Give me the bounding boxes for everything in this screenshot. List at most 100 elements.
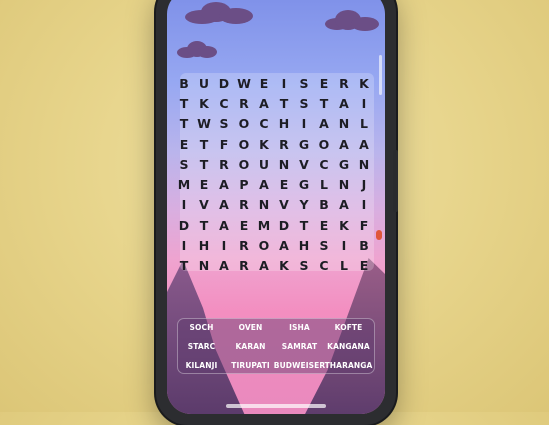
letter-cell[interactable]: S	[294, 73, 314, 93]
letter-cell[interactable]: A	[254, 256, 274, 276]
letter-cell[interactable]: E	[234, 215, 254, 235]
letter-cell[interactable]: E	[314, 215, 334, 235]
letter-cell[interactable]: T	[194, 154, 214, 174]
letter-cell[interactable]: E	[174, 134, 194, 154]
letter-cell[interactable]: N	[274, 154, 294, 174]
letter-cell[interactable]: A	[314, 114, 334, 134]
letter-cell[interactable]: A	[214, 256, 234, 276]
letter-cell[interactable]: C	[314, 154, 334, 174]
letter-cell[interactable]: O	[314, 134, 334, 154]
letter-cell[interactable]: O	[254, 235, 274, 255]
letter-cell[interactable]: K	[254, 134, 274, 154]
letter-cell[interactable]: I	[174, 235, 194, 255]
letter-cell[interactable]: N	[194, 256, 214, 276]
letter-cell[interactable]: U	[254, 154, 274, 174]
letter-cell[interactable]: E	[274, 174, 294, 194]
letter-cell[interactable]: B	[354, 235, 374, 255]
letter-cell[interactable]: E	[194, 174, 214, 194]
letter-cell[interactable]: A	[214, 215, 234, 235]
letter-cell[interactable]: S	[214, 114, 234, 134]
letter-cell[interactable]: I	[334, 235, 354, 255]
letter-cell[interactable]: T	[314, 93, 334, 113]
letter-cell[interactable]: I	[354, 195, 374, 215]
home-indicator[interactable]	[226, 404, 326, 408]
letter-cell[interactable]: N	[334, 174, 354, 194]
letter-cell[interactable]: A	[274, 235, 294, 255]
letter-cell[interactable]: T	[294, 215, 314, 235]
letter-cell[interactable]: I	[294, 114, 314, 134]
letter-cell[interactable]: K	[274, 256, 294, 276]
letter-cell[interactable]: I	[214, 235, 234, 255]
letter-cell[interactable]: S	[314, 235, 334, 255]
letter-cell[interactable]: W	[234, 73, 254, 93]
letter-cell[interactable]: O	[234, 134, 254, 154]
letter-cell[interactable]: S	[294, 256, 314, 276]
letter-cell[interactable]: T	[194, 215, 214, 235]
letter-cell[interactable]: H	[294, 235, 314, 255]
letter-cell[interactable]: Y	[294, 195, 314, 215]
letter-cell[interactable]: V	[274, 195, 294, 215]
letter-cell[interactable]: A	[254, 174, 274, 194]
letter-cell[interactable]: T	[174, 114, 194, 134]
letter-cell[interactable]: R	[234, 93, 254, 113]
letter-cell[interactable]: J	[354, 174, 374, 194]
letter-cell[interactable]: N	[334, 114, 354, 134]
letter-grid[interactable]: BUDWEISERKTKCRATSTAITWSOCHIANLETFOKRGOAA…	[174, 73, 374, 276]
letter-cell[interactable]: T	[194, 134, 214, 154]
letter-cell[interactable]: M	[254, 215, 274, 235]
letter-cell[interactable]: O	[234, 154, 254, 174]
letter-cell[interactable]: E	[314, 73, 334, 93]
letter-cell[interactable]: C	[214, 93, 234, 113]
letter-cell[interactable]: M	[174, 174, 194, 194]
letter-cell[interactable]: C	[254, 114, 274, 134]
letter-cell[interactable]: W	[194, 114, 214, 134]
letter-cell[interactable]: A	[354, 134, 374, 154]
letter-cell[interactable]: U	[194, 73, 214, 93]
letter-cell[interactable]: E	[354, 256, 374, 276]
letter-cell[interactable]: T	[274, 93, 294, 113]
letter-cell[interactable]: O	[234, 114, 254, 134]
letter-cell[interactable]: F	[214, 134, 234, 154]
letter-cell[interactable]: R	[234, 235, 254, 255]
letter-cell[interactable]: L	[354, 114, 374, 134]
letter-cell[interactable]: I	[274, 73, 294, 93]
letter-cell[interactable]: D	[274, 215, 294, 235]
letter-cell[interactable]: B	[174, 73, 194, 93]
letter-cell[interactable]: F	[354, 215, 374, 235]
letter-cell[interactable]: H	[194, 235, 214, 255]
letter-cell[interactable]: P	[234, 174, 254, 194]
letter-cell[interactable]: R	[234, 256, 254, 276]
letter-cell[interactable]: D	[174, 215, 194, 235]
letter-cell[interactable]: I	[174, 195, 194, 215]
letter-cell[interactable]: T	[174, 93, 194, 113]
letter-cell[interactable]: G	[334, 154, 354, 174]
letter-cell[interactable]: G	[294, 134, 314, 154]
letter-cell[interactable]: A	[214, 195, 234, 215]
letter-cell[interactable]: B	[314, 195, 334, 215]
letter-cell[interactable]: C	[314, 256, 334, 276]
letter-cell[interactable]: A	[334, 93, 354, 113]
letter-cell[interactable]: S	[174, 154, 194, 174]
letter-cell[interactable]: K	[334, 215, 354, 235]
letter-cell[interactable]: E	[254, 73, 274, 93]
letter-cell[interactable]: K	[194, 93, 214, 113]
letter-cell[interactable]: V	[294, 154, 314, 174]
letter-cell[interactable]: I	[354, 93, 374, 113]
letter-cell[interactable]: A	[214, 174, 234, 194]
letter-cell[interactable]: R	[274, 134, 294, 154]
letter-cell[interactable]: R	[234, 195, 254, 215]
letter-cell[interactable]: G	[294, 174, 314, 194]
letter-cell[interactable]: V	[194, 195, 214, 215]
letter-cell[interactable]: T	[174, 256, 194, 276]
letter-cell[interactable]: H	[274, 114, 294, 134]
letter-cell[interactable]: N	[254, 195, 274, 215]
letter-cell[interactable]: A	[334, 195, 354, 215]
letter-cell[interactable]: S	[294, 93, 314, 113]
letter-cell[interactable]: L	[334, 256, 354, 276]
letter-cell[interactable]: A	[334, 134, 354, 154]
letter-cell[interactable]: D	[214, 73, 234, 93]
letter-cell[interactable]: K	[354, 73, 374, 93]
letter-cell[interactable]: R	[214, 154, 234, 174]
letter-cell[interactable]: A	[254, 93, 274, 113]
letter-cell[interactable]: R	[334, 73, 354, 93]
